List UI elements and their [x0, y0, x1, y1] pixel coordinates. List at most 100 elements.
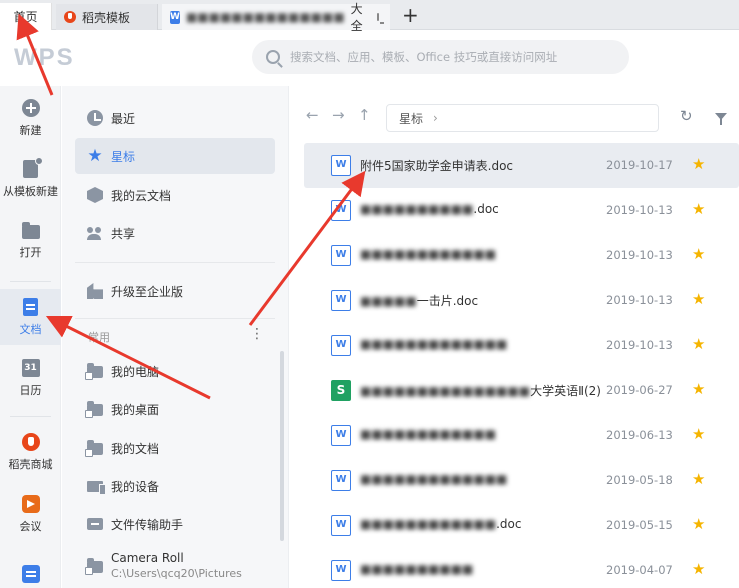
main-toolbar: ← → ↑ 星标 › ↻	[290, 86, 739, 138]
star-icon[interactable]: ★	[692, 560, 705, 578]
forward-arrow-icon[interactable]: →	[332, 106, 345, 124]
star-icon[interactable]: ★	[692, 470, 705, 488]
star-icon[interactable]: ★	[692, 200, 705, 218]
file-date: 2019-10-13	[606, 203, 673, 217]
doc-nav-panel: 最近 ★ 星标 我的云文档 共享 升级至企业版 常用 ⋮ 我的电脑 我的桌面 我…	[62, 86, 289, 588]
nav-starred[interactable]: ★ 星标	[75, 138, 275, 174]
rail-notes[interactable]	[0, 546, 61, 588]
file-name: ■■■■■■■■■■■■■	[360, 472, 507, 486]
star-icon[interactable]: ★	[692, 245, 705, 263]
file-row[interactable]: W ■■■■■■■■■■■■ 2019-06-13 ★	[304, 413, 739, 458]
tab-home[interactable]: 首页	[0, 3, 52, 30]
rail-meeting[interactable]: 会议	[0, 486, 61, 542]
nav-my-devices[interactable]: 我的设备	[75, 468, 275, 504]
nav-my-desktop[interactable]: 我的桌面	[75, 391, 275, 427]
more-options-icon[interactable]: ⋮	[250, 326, 264, 342]
wps-logo: WPS	[14, 44, 75, 71]
word-file-icon: W	[331, 470, 351, 491]
rail-new-label: 新建	[19, 123, 42, 137]
file-name: ■■■■■■■■■■■■■■■大学英语Ⅱ(2)	[360, 382, 601, 399]
nav-recent[interactable]: 最近	[75, 100, 275, 136]
file-name: ■■■■■■■■■■.doc	[360, 202, 499, 216]
nav-scrollbar[interactable]	[280, 351, 284, 541]
nav-my-devices-label: 我的设备	[111, 479, 160, 494]
search-box[interactable]	[252, 40, 629, 74]
transfer-icon	[87, 518, 103, 530]
nav-divider	[75, 318, 275, 319]
rail-mall[interactable]: 稻壳商城	[0, 424, 61, 480]
star-icon[interactable]: ★	[692, 290, 705, 308]
tab-document-title-blurred: ■■■■■■■■■■■■■■	[185, 10, 345, 24]
rail-open[interactable]: 打开	[0, 214, 61, 270]
rail-new[interactable]: 新建	[0, 90, 61, 146]
left-rail: 新建 从模板新建 打开 文档 31 日历 稻壳商城 会议	[0, 86, 61, 588]
wps-home-window: 首页 稻壳模板 W ■■■■■■■■■■■■■■ 大全 + WPS 新建	[0, 0, 739, 588]
rail-mall-label: 稻壳商城	[8, 457, 53, 471]
star-icon[interactable]: ★	[692, 380, 705, 398]
word-file-icon: W	[331, 425, 351, 446]
file-row[interactable]: W ■■■■■■■■■■■■.doc 2019-05-15 ★	[304, 503, 739, 548]
star-icon: ★	[87, 146, 103, 166]
nav-my-documents[interactable]: 我的文档	[75, 430, 275, 466]
nav-cloud[interactable]: 我的云文档	[75, 177, 275, 213]
file-name-visible: 附件5国家助学金申请表.doc	[360, 159, 514, 173]
rail-calendar[interactable]: 31 日历	[0, 350, 61, 406]
nav-enterprise[interactable]: 升级至企业版	[75, 273, 275, 309]
file-row[interactable]: W ■■■■■■■■■■■■ 2019-10-13 ★	[304, 233, 739, 278]
file-date: 2019-04-07	[606, 563, 673, 577]
rail-docs[interactable]: 文档	[0, 289, 61, 345]
word-file-icon: W	[331, 290, 351, 311]
computer-folder-icon	[85, 363, 103, 380]
file-row[interactable]: W 附件5国家助学金申请表.doc 2019-10-17 ★	[304, 143, 739, 188]
star-icon[interactable]: ★	[692, 515, 705, 533]
file-row[interactable]: S ■■■■■■■■■■■■■■■大学英语Ⅱ(2) 2019-06-27 ★	[304, 368, 739, 413]
word-file-icon: W	[331, 335, 351, 356]
search-input[interactable]	[290, 50, 620, 64]
nav-file-transfer[interactable]: 文件传输助手	[75, 506, 275, 542]
rail-from-template-label: 从模板新建	[3, 184, 58, 198]
file-row[interactable]: W ■■■■■一击片.doc 2019-10-13 ★	[304, 278, 739, 323]
monitor-icon[interactable]	[376, 13, 384, 24]
file-row[interactable]: W ■■■■■■■■■■■■■ 2019-10-13 ★	[304, 323, 739, 368]
word-file-icon: W	[331, 155, 351, 176]
star-icon[interactable]: ★	[692, 425, 705, 443]
breadcrumb-starred[interactable]: 星标	[399, 110, 423, 127]
breadcrumb[interactable]: 星标 ›	[386, 104, 659, 132]
file-row[interactable]: W ■■■■■■■■■■.doc 2019-10-13 ★	[304, 188, 739, 233]
refresh-icon[interactable]: ↻	[680, 107, 693, 125]
file-name: ■■■■■■■■■■■■■	[360, 337, 507, 351]
nav-shared[interactable]: 共享	[75, 215, 275, 251]
rail-from-template[interactable]: 从模板新建	[0, 151, 61, 207]
file-name: ■■■■■■■■■■	[360, 562, 473, 576]
camera-roll-text: Camera Roll C:\Users\qcq20\Pictures	[111, 551, 242, 581]
main-content: ← → ↑ 星标 › ↻ W 附件5国家助学金申请表.doc 2019-10-17 ★…	[290, 86, 739, 588]
word-file-icon: W	[331, 515, 351, 536]
cloud-cube-icon	[87, 187, 103, 203]
note-icon	[21, 565, 40, 583]
daoke-logo-icon	[64, 11, 76, 23]
tab-daoke-templates[interactable]: 稻壳模板	[56, 4, 158, 30]
nav-my-computer[interactable]: 我的电脑	[75, 353, 275, 389]
file-name-blurred: ■■■■■■■■■■■■	[360, 517, 497, 531]
star-icon[interactable]: ★	[692, 335, 705, 353]
file-row[interactable]: W ■■■■■■■■■■ 2019-04-07 ★	[304, 548, 739, 588]
file-name-visible: 大学英语Ⅱ(2)	[530, 384, 601, 398]
new-tab-button[interactable]: +	[402, 5, 419, 25]
filter-icon[interactable]	[715, 113, 727, 125]
people-icon	[87, 225, 103, 241]
file-row[interactable]: W ■■■■■■■■■■■■■ 2019-05-18 ★	[304, 458, 739, 503]
chevron-right-icon: ›	[433, 111, 438, 125]
word-file-icon: W	[331, 200, 351, 221]
tab-document[interactable]: W ■■■■■■■■■■■■■■ 大全	[162, 2, 390, 33]
tab-daoke-label: 稻壳模板	[82, 10, 131, 25]
star-icon[interactable]: ★	[692, 155, 705, 173]
up-arrow-icon[interactable]: ↑	[358, 106, 371, 124]
back-arrow-icon[interactable]: ←	[306, 106, 319, 124]
clock-icon	[87, 110, 103, 126]
file-name: ■■■■■■■■■■■■	[360, 427, 496, 441]
building-icon	[87, 283, 103, 299]
folder-open-icon	[21, 221, 40, 239]
template-new-icon	[23, 156, 43, 178]
nav-camera-roll[interactable]: Camera Roll C:\Users\qcq20\Pictures	[75, 544, 275, 588]
nav-my-desktop-label: 我的桌面	[111, 402, 160, 417]
